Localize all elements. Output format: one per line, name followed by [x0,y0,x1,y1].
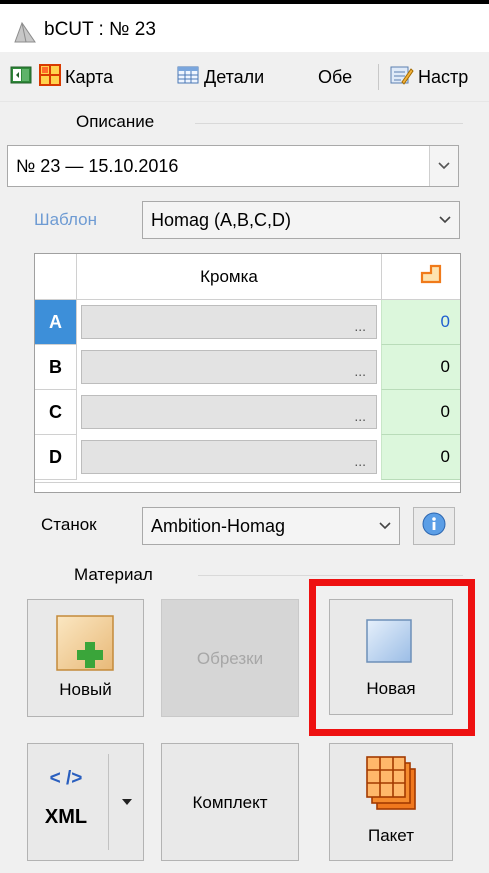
row-header-b: B [35,345,77,390]
info-icon [422,512,446,541]
description-group-label: Описание [76,112,155,131]
offcuts-label: Обрезки [196,649,264,668]
new-material-label: Новый [59,680,112,699]
machine-value: Ambition-Homag [151,515,286,536]
edge-value-b[interactable]: 0 [381,345,460,390]
template-label: Шаблон [34,210,97,229]
machine-select[interactable]: Ambition-Homag [142,507,400,545]
edge-steps-icon [420,264,442,289]
split-divider [108,754,109,850]
xml-dropdown-arrow[interactable] [110,790,143,814]
edge-grid: Кромка A ... 0 B ... 0 C ... 0 D ... 0 [34,253,461,493]
material-sheet-plus-icon [55,614,115,672]
toolbar-button-settings[interactable]: Настр [390,62,468,92]
machine-label: Станок [41,515,97,534]
machine-info-button[interactable] [413,507,455,545]
parts-table-icon [177,64,199,91]
package-button[interactable]: Пакет [329,743,453,861]
toolbar-label-settings: Настр [418,66,469,87]
chevron-down-icon[interactable] [429,146,458,186]
grid-row-a[interactable]: A ... 0 [35,300,460,345]
template-select[interactable]: Homag (A,B,C,D) [142,201,460,239]
new-sheet-label: Новая [366,679,416,698]
code-icon: < /> [49,768,83,789]
edge-material-field-c[interactable]: ... [81,395,377,429]
toolbar-separator [378,64,379,90]
ellipsis-button-c[interactable]: ... [354,408,366,424]
edge-material-field-b[interactable]: ... [81,350,377,384]
title-bar: bCUT : № 23 [0,4,489,52]
toolbar-button-map[interactable]: Карта [39,62,113,92]
sheet-stack-icon [363,751,419,815]
material-group-label: Материал [74,565,153,584]
settings-icon [390,64,414,91]
map-icon [39,63,61,91]
ellipsis-button-a[interactable]: ... [354,318,366,334]
row-header-a: A [35,300,77,345]
toolbar-button-view[interactable] [10,62,32,92]
caret-down-icon [121,798,132,805]
edge-value-c[interactable]: 0 [381,390,460,435]
grid-row-d[interactable]: D ... 0 [35,435,460,480]
window-title: bCUT : № 23 [44,19,156,40]
description-group-line [195,123,463,124]
new-material-button[interactable]: Новый [27,599,144,717]
new-sheet-button[interactable]: Новая [329,599,453,715]
toolbar: Карта Детали Обе Настр [0,52,489,102]
toolbar-button-both[interactable]: Обе [318,62,352,92]
edge-material-field-d[interactable]: ... [81,440,377,474]
xml-label: XML [44,806,88,828]
offcuts-button[interactable]: Обрезки [161,599,299,717]
blank-sheet-icon [365,618,413,664]
grid-row-c[interactable]: C ... 0 [35,390,460,435]
material-group-line [198,575,463,576]
kit-button[interactable]: Комплект [161,743,299,861]
template-value: Homag (A,B,C,D) [151,209,292,230]
row-header-c: C [35,390,77,435]
toolbar-button-parts[interactable]: Детали [177,62,264,92]
chevron-down-icon[interactable] [371,508,399,544]
grid-header-row: Кромка [35,254,460,300]
description-value: № 23 — 15.10.2016 [16,155,179,176]
toolbar-label-parts: Детали [204,66,265,87]
row-header-d: D [35,435,77,480]
grid-bottom-strip [35,482,460,492]
xml-split-button[interactable]: < /> XML [27,743,144,861]
package-label: Пакет [368,826,414,845]
kit-label: Комплект [192,793,268,812]
grid-row-b[interactable]: B ... 0 [35,345,460,390]
view-icon [10,64,32,91]
edge-value-d[interactable]: 0 [381,435,460,480]
ellipsis-button-d[interactable]: ... [354,453,366,469]
chevron-down-icon[interactable] [431,202,459,238]
edge-material-field-a[interactable]: ... [81,305,377,339]
edge-value-a[interactable]: 0 [381,300,460,345]
toolbar-label-both: Обе [318,66,353,87]
grid-corner-cell [35,254,77,300]
grid-header-edge: Кромка [77,254,381,300]
description-combobox[interactable]: № 23 — 15.10.2016 [7,145,459,187]
ellipsis-button-b[interactable]: ... [354,363,366,379]
app-icon [13,20,37,44]
grid-header-value [381,254,460,300]
toolbar-label-map: Карта [65,66,114,87]
